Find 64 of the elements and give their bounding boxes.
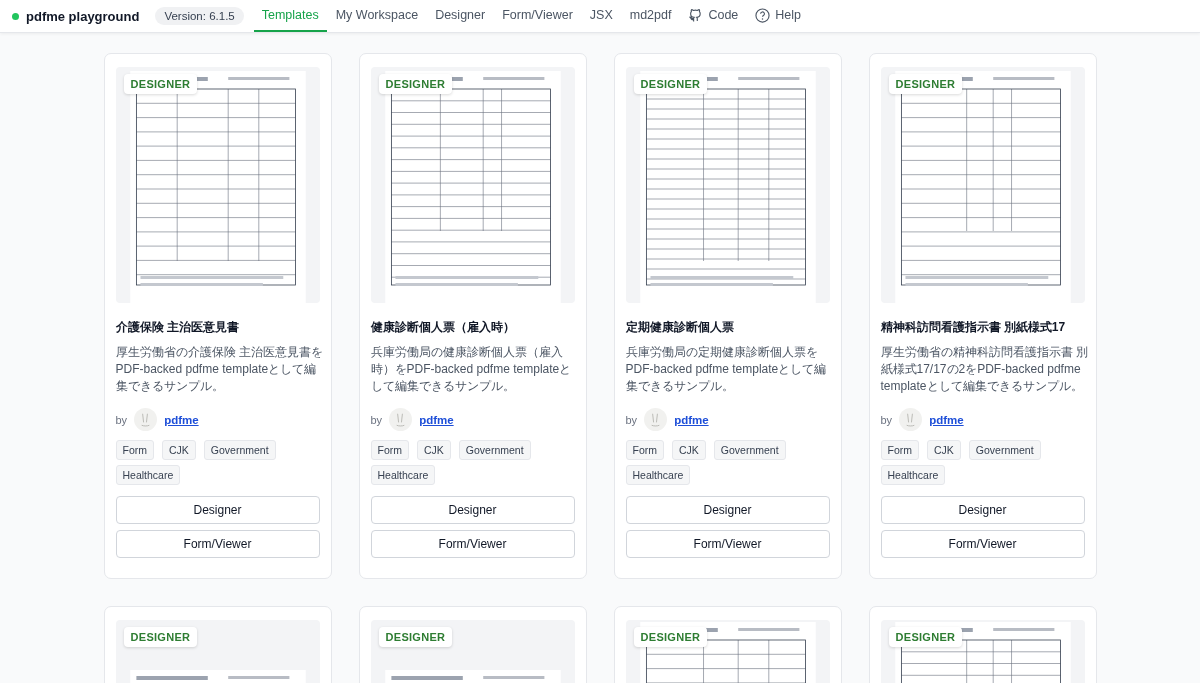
author-link[interactable]: pdfme <box>419 413 454 426</box>
avatar-icon <box>134 408 158 431</box>
card-title: 精神科訪問看護指示書 別紙様式17 <box>880 319 1067 336</box>
designer-badge: DESIGNER <box>123 74 198 94</box>
tag-chip: CJK <box>417 440 451 460</box>
tag-chip: Form <box>115 440 154 460</box>
designer-badge: DESIGNER <box>378 627 453 647</box>
card-title: 定期健康診断個人票 <box>625 319 735 336</box>
card-button[interactable]: Designer <box>880 496 1085 524</box>
card-description: 厚生労働省の精神科訪問看護指示書 別紙様式17/17の2をPDF-backed pdfme templateとして編集できるサンプル。 <box>880 344 1089 395</box>
nav-tab[interactable]: Help <box>747 0 810 32</box>
tag-chip: Form <box>370 440 409 460</box>
designer-badge: DESIGNER <box>633 74 708 94</box>
tag-chip: Healthcare <box>625 465 691 485</box>
avatar-icon <box>899 408 923 431</box>
card-button[interactable]: Form/Viewer <box>625 530 830 558</box>
tag-chip: CJK <box>162 440 196 460</box>
card-description: 厚生労働省の介護保険 主治医意見書をPDF-backed pdfme templateとして編集できるサンプル。 <box>115 344 324 395</box>
by-label: by <box>115 413 128 426</box>
nav-tab[interactable]: md2pdf <box>621 0 680 32</box>
nav-tab[interactable]: Designer <box>427 0 494 32</box>
author-link[interactable]: pdfme <box>674 413 709 426</box>
card-button[interactable]: Designer <box>370 496 575 524</box>
github-icon <box>688 7 704 23</box>
app-title: pdfme playground <box>26 8 140 24</box>
designer-badge: DESIGNER <box>378 74 453 94</box>
tag-chip: Healthcare <box>880 465 946 485</box>
status-dot <box>12 12 19 20</box>
tag-chip: Government <box>713 440 786 460</box>
tag-chip: Government <box>458 440 531 460</box>
card-button[interactable]: Designer <box>625 496 830 524</box>
nav-tab[interactable]: Form/Viewer <box>494 0 581 32</box>
tag-chip: Government <box>203 440 276 460</box>
card-title: 介護保険 主治医意見書 <box>115 319 240 336</box>
tag-chip: CJK <box>672 440 706 460</box>
card-title: 健康診断個人票（雇入時） <box>370 319 516 336</box>
avatar-icon <box>389 408 413 431</box>
nav-tab[interactable]: My Workspace <box>327 0 427 32</box>
author-link[interactable]: pdfme <box>164 413 199 426</box>
by-label: by <box>880 413 893 426</box>
avatar-icon <box>644 408 668 431</box>
card-description: 兵庫労働局の健康診断個人票（雇入時）をPDF-backed pdfme templateとして編集できるサンプル。 <box>370 344 573 395</box>
version-badge: Version: 6.1.5 <box>155 7 244 25</box>
designer-badge: DESIGNER <box>123 627 198 647</box>
author-link[interactable]: pdfme <box>929 413 964 426</box>
tag-chip: Form <box>880 440 919 460</box>
tag-chip: Healthcare <box>115 465 181 485</box>
designer-badge: DESIGNER <box>888 74 963 94</box>
card-button[interactable]: Designer <box>115 496 320 524</box>
card-button[interactable]: Form/Viewer <box>880 530 1085 558</box>
card-button[interactable]: Form/Viewer <box>115 530 320 558</box>
card-description: 兵庫労働局の定期健康診断個人票をPDF-backed pdfme templateとして編集できるサンプル。 <box>625 344 828 395</box>
designer-badge: DESIGNER <box>888 627 963 647</box>
tag-chip: Government <box>968 440 1041 460</box>
by-label: by <box>625 413 638 426</box>
by-label: by <box>370 413 383 426</box>
nav-tab[interactable]: Code <box>680 0 747 32</box>
help-icon <box>755 7 771 23</box>
tag-chip: Healthcare <box>370 465 436 485</box>
tag-chip: Form <box>625 440 664 460</box>
card-button[interactable]: Form/Viewer <box>370 530 575 558</box>
nav-tab[interactable]: JSX <box>581 0 621 32</box>
tag-chip: CJK <box>927 440 961 460</box>
designer-badge: DESIGNER <box>633 627 708 647</box>
